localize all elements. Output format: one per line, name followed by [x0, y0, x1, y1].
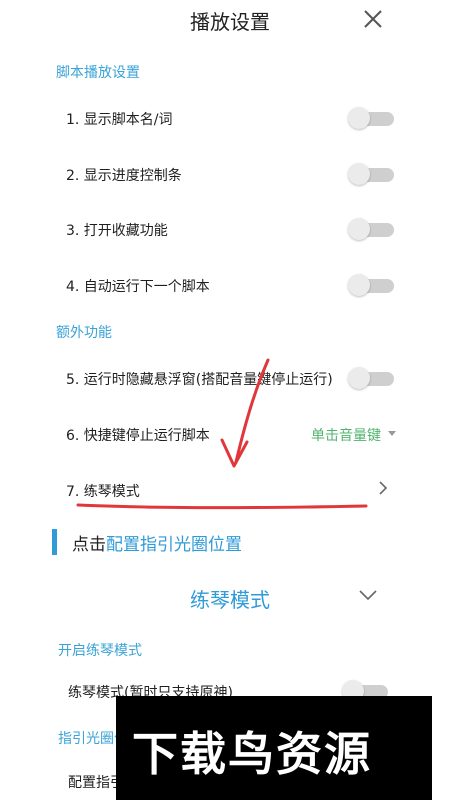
row-label-shortcut-stop: 6. 快捷键停止运行脚本 — [66, 428, 210, 444]
row-label-show-progress: 2. 显示进度控制条 — [66, 168, 182, 184]
row-label-show-script-name: 1. 显示脚本名/词 — [66, 112, 173, 128]
hint-text: 点击配置指引光圈位置 — [72, 530, 242, 555]
watermark-banner: 下载鸟资源 — [116, 696, 432, 800]
toggle-favorites[interactable] — [348, 217, 394, 241]
watermark-text: 下载鸟资源 — [132, 727, 372, 781]
section-extra: 额外功能 — [56, 325, 112, 341]
shortcut-dropdown-value[interactable]: 单击音量键 — [311, 425, 381, 445]
hint-prefix: 点击 — [72, 535, 106, 555]
close-icon[interactable] — [362, 8, 384, 30]
toggle-auto-next[interactable] — [348, 273, 394, 297]
row-label-auto-next: 4. 自动运行下一个脚本 — [66, 279, 210, 295]
toggle-show-script-name[interactable] — [348, 106, 394, 130]
chevron-right-icon[interactable] — [378, 480, 388, 496]
chevron-down-icon[interactable] — [358, 588, 378, 602]
practice-panel-title: 练琴模式 — [190, 588, 270, 612]
section-practice-enable: 开启练琴模式 — [58, 643, 142, 659]
caret-down-icon[interactable] — [388, 431, 396, 436]
row-label-practice-mode[interactable]: 7. 练琴模式 — [66, 481, 140, 501]
hint-accent-bar — [52, 529, 57, 555]
row-label-hide-float: 5. 运行时隐藏悬浮窗(搭配音量键停止运行) — [66, 372, 333, 388]
toggle-hide-float[interactable] — [348, 366, 394, 390]
section-script-playback: 脚本播放设置 — [56, 65, 140, 81]
page-title: 播放设置 — [190, 10, 270, 34]
toggle-show-progress[interactable] — [348, 162, 394, 186]
row-label-favorites: 3. 打开收藏功能 — [66, 223, 168, 239]
hint-link[interactable]: 配置指引光圈位置 — [106, 535, 242, 555]
